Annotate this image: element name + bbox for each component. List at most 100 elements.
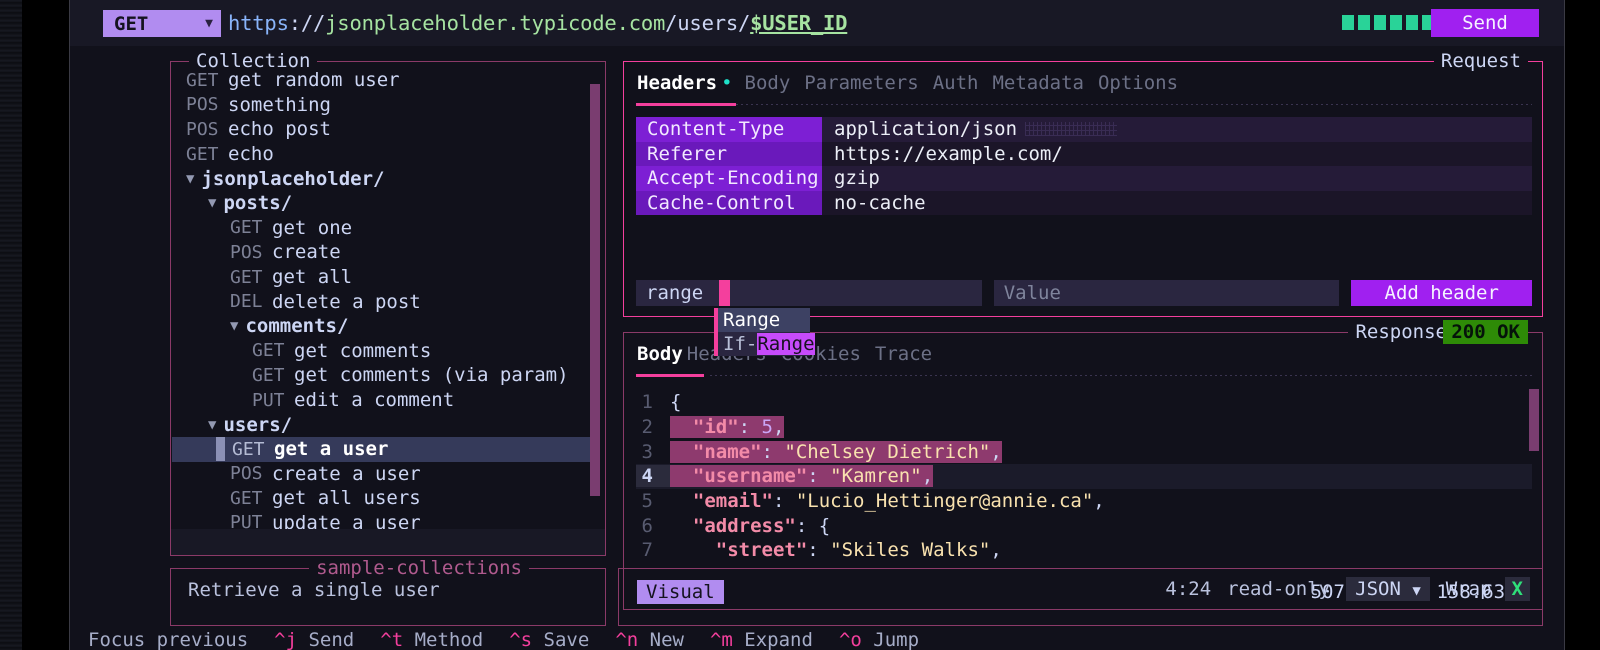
tab-options[interactable]: Options [1098,72,1192,94]
http-method-select[interactable]: GET ▼ [103,10,221,37]
line-number: 2 [636,416,670,438]
code-line[interactable]: 5 "email": "Lucio_Hettinger@annie.ca", [636,489,1532,514]
header-autocomplete-dropdown[interactable]: RangeIf-Range [714,308,810,356]
header-row[interactable]: Content-Typeapplication/json [636,117,1532,142]
header-key: Content-Type [636,117,822,142]
tab-auth[interactable]: Auth [933,72,993,94]
request-label: echo [228,143,274,165]
header-key: Cache-Control [636,191,822,216]
collection-request-item[interactable]: GETget all [172,265,590,290]
line-number: 1 [636,391,670,413]
header-key-input[interactable]: range [636,280,982,306]
tab-body[interactable]: Body [745,72,805,94]
response-tab-trace[interactable]: Trace [875,343,946,365]
response-tab-body[interactable]: Body [637,343,687,365]
line-number: 3 [636,441,670,463]
request-label: get random user [228,69,400,91]
collection-request-item[interactable]: GETget comments (via param) [172,363,590,388]
request-label: edit a comment [294,389,454,411]
url-bar: GET ▼ https://jsonplaceholder.typicode.c… [70,0,1564,46]
keybinding-key: ^n [615,630,649,650]
terminal-left-edge-texture [0,0,22,650]
code-token-key: "email" [693,490,773,512]
code-token-str: "Lucio_Hettinger@annie.ca" [796,490,1093,512]
add-header-button[interactable]: Add header [1351,280,1532,306]
code-line[interactable]: 7 "street": "Skiles Walks", [636,538,1532,563]
code-indent [670,465,693,487]
request-method-label: GET [252,365,294,386]
code-line[interactable]: 1{ [636,390,1532,415]
chevron-down-icon: ▼ [205,16,213,31]
send-button[interactable]: Send [1431,9,1539,37]
collection-request-item[interactable]: GETecho [172,142,590,167]
keybinding-key: ^s [509,630,543,650]
collection-folder[interactable]: ▼ users/ [172,412,590,437]
request-method-label: GET [252,340,294,361]
request-tab-bar[interactable]: Headers•BodyParametersAuthMetadataOption… [637,72,1192,94]
code-token-pun: : [796,515,819,537]
code-line[interactable]: 2 "id": 5, [636,415,1532,440]
url-input[interactable]: https://jsonplaceholder.typicode.com/use… [228,9,1318,37]
collection-request-item[interactable]: POScreate a user [172,462,590,487]
header-value-input[interactable]: Value [994,280,1340,306]
chevron-down-icon[interactable]: ▼ [208,417,216,433]
header-row[interactable]: Cache-Controlno-cache [636,191,1532,216]
collection-request-item[interactable]: GETget a user [172,437,590,462]
collection-scrollbar-thumb[interactable] [590,84,600,496]
collection-request-item[interactable]: GETget random user [172,68,590,93]
collection-folder[interactable]: ▼ comments/ [172,314,590,339]
collection-tree[interactable]: GETget random userPOSsomethingPOSecho po… [172,68,590,553]
autocomplete-option[interactable]: If-Range [714,332,810,356]
autocomplete-option-match: Range [723,309,780,331]
collection-request-item[interactable]: GETget all users [172,486,590,511]
line-number: 4 [636,465,670,487]
request-panel: Request Headers•BodyParametersAuthMetada… [623,61,1543,317]
chevron-down-icon[interactable]: ▼ [186,171,194,187]
progress-block [1374,15,1386,30]
code-token-key: "address" [693,515,796,537]
wrap-toggle[interactable]: X [1505,577,1530,601]
folder-label: users/ [223,414,292,436]
format-select[interactable]: JSON ▼ [1346,577,1430,601]
header-row[interactable]: Accept-Encodinggzip [636,166,1532,191]
code-token-key: "id" [693,416,739,438]
collection-folder[interactable]: ▼jsonplaceholder/ [172,166,590,191]
collection-request-item[interactable]: GETget comments [172,339,590,364]
collection-request-item[interactable]: POSsomething [172,93,590,118]
request-label: get a user [274,438,388,460]
response-scrollbar-thumb[interactable] [1529,389,1539,451]
folder-label: posts/ [223,192,292,214]
chevron-down-icon[interactable]: ▼ [208,195,216,211]
code-line[interactable]: 4 "username": "Kamren", [636,464,1532,489]
header-key-input-value: range [646,282,703,304]
code-token-key: "username" [693,465,807,487]
response-body-editor[interactable]: 1{2 "id": 5,3 "name": "Chelsey Dietrich"… [636,390,1532,563]
header-value: gzip [822,166,1532,191]
chevron-down-icon[interactable]: ▼ [230,318,238,334]
code-line-content: "username": "Kamren", [670,465,933,487]
header-value-input-placeholder: Value [1004,282,1061,304]
code-token-pun: : [773,490,796,512]
header-row[interactable]: Refererhttps://example.com/ [636,142,1532,167]
collection-folder[interactable]: ▼ posts/ [172,191,590,216]
collection-request-item[interactable]: GETget one [172,216,590,241]
collection-request-item[interactable]: POSecho post [172,117,590,142]
collection-request-item[interactable]: PUTedit a comment [172,388,590,413]
code-token-pun: , [990,441,1001,463]
autocomplete-option[interactable]: Range [714,308,810,332]
collection-panel: Collection GETget random userPOSsomethin… [170,61,606,556]
url-host: jsonplaceholder.typicode.com [325,11,665,35]
request-panel-title: Request [1434,50,1528,72]
code-line[interactable]: 3 "name": "Chelsey Dietrich", [636,439,1532,464]
progress-block [1342,15,1354,30]
code-line[interactable]: 6 "address": { [636,513,1532,538]
tab-parameters[interactable]: Parameters [804,72,932,94]
request-headers-table[interactable]: Content-Typeapplication/jsonRefererhttps… [636,117,1532,215]
collection-request-item[interactable]: DELdelete a post [172,289,590,314]
collection-request-item[interactable]: POScreate [172,240,590,265]
folder-label: comments/ [245,315,348,337]
progress-block [1390,15,1402,30]
tab-headers[interactable]: Headers [637,72,721,94]
terminal-content: GET ▼ https://jsonplaceholder.typicode.c… [70,0,1564,650]
tab-metadata[interactable]: Metadata [992,72,1098,94]
